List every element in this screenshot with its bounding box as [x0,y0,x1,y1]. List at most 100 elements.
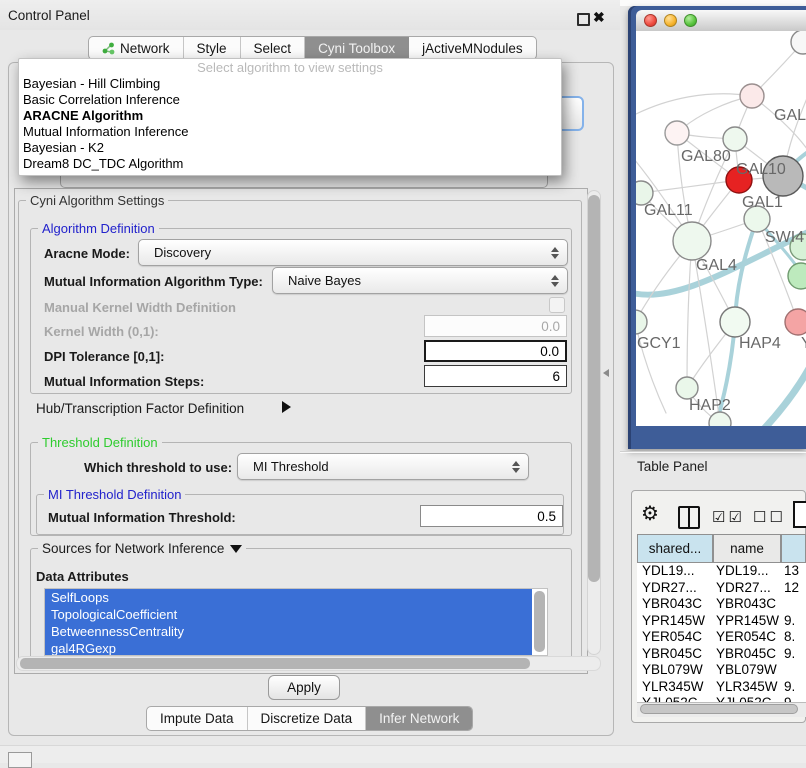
tab-style[interactable]: Style [184,37,241,59]
column-header-partial[interactable] [781,534,806,563]
network-node[interactable] [788,263,806,289]
table-hscrollbar-thumb[interactable] [640,704,798,714]
mi-algorithm-type-select[interactable]: Naive Bayes [272,267,568,294]
table-cell[interactable]: YBR045C [642,646,702,661]
sources-group-title[interactable]: Sources for Network Inference [38,541,246,556]
table-cell[interactable]: YDR27... [642,580,697,595]
algorithm-option[interactable]: Bayesian - Hill Climbing [19,76,561,92]
data-attributes-list[interactable]: SelfLoopsTopologicalCoefficientBetweenne… [44,588,548,656]
algorithm-option[interactable]: Dream8 DC_TDC Algorithm [19,156,561,172]
splitter-collapse-icon[interactable] [603,369,609,377]
settings-hscrollbar-thumb[interactable] [20,658,530,669]
table-cell[interactable]: 13 [784,563,799,578]
table-cell[interactable]: YPR145W [716,613,779,628]
collapse-arrow-icon[interactable] [230,545,242,553]
expand-arrow-icon[interactable] [282,401,291,413]
tab-infer-network[interactable]: Infer Network [366,707,472,730]
settings-vscrollbar-thumb[interactable] [588,195,600,582]
network-node[interactable] [740,84,764,108]
network-edge[interactable] [687,241,692,388]
new-document-icon[interactable] [793,501,806,528]
algorithm-option[interactable]: ARACNE Algorithm [19,108,561,124]
algorithm-option[interactable]: Mutual Information Inference [19,124,561,140]
table-cell[interactable]: 9. [784,679,795,694]
table-cell[interactable]: YBR043C [642,596,702,611]
table-cell[interactable]: YER054C [642,629,702,644]
zoom-traffic-light-icon[interactable] [684,14,697,27]
network-graph[interactable]: GALGAL80GAL10GAL1GAL11SWI4GAL4GCY1HAP4YH… [636,31,806,426]
attribute-item[interactable]: BetweennessCentrality [45,623,532,640]
table-cell[interactable]: 9. [784,613,795,628]
tab-cyni-toolbox[interactable]: Cyni Toolbox [305,37,409,59]
table-row[interactable]: YPR145W YPR145W 9. [637,613,806,630]
table-cell[interactable]: YBL079W [716,662,777,677]
deselect-all-checkboxes-icon[interactable]: ☐☐ [753,508,786,526]
table-cell[interactable]: 12 [784,580,799,595]
network-canvas[interactable]: GALGAL80GAL10GAL1GAL11SWI4GAL4GCY1HAP4YH… [636,31,806,426]
tab-select[interactable]: Select [241,37,306,59]
network-node[interactable] [676,377,698,399]
algorithm-option[interactable]: Basic Correlation Inference [19,92,561,108]
table-cell[interactable]: YJL052C [716,695,772,702]
table-cell[interactable]: YBR043C [716,596,776,611]
bottom-left-button[interactable] [8,752,32,768]
table-cell[interactable]: YPR145W [642,613,705,628]
tab-impute-data[interactable]: Impute Data [147,707,248,730]
table-cell[interactable]: YBR045C [716,646,776,661]
table-cell[interactable]: YLR345W [642,679,704,694]
mi-steps-input[interactable]: 6 [424,365,567,387]
split-columns-icon[interactable] [678,506,700,529]
table-row[interactable]: YDR27... YDR27... 12 [637,580,806,597]
network-node[interactable] [720,307,750,337]
table-cell[interactable]: YER054C [716,629,776,644]
close-icon[interactable]: ✖ [593,9,605,26]
network-node[interactable] [709,412,731,426]
column-header-shared-name[interactable]: shared... [637,534,713,563]
table-cell[interactable]: 9. [784,646,795,661]
column-header-name[interactable]: name [713,534,781,563]
close-traffic-light-icon[interactable] [644,14,657,27]
float-window-icon[interactable] [577,13,590,26]
kernel-width-input[interactable]: 0.0 [424,315,567,337]
which-threshold-select[interactable]: MI Threshold [237,453,529,480]
aracne-mode-select[interactable]: Discovery [138,239,568,266]
table-cell[interactable]: 9 [784,695,792,702]
table-cell[interactable]: YDL19... [642,563,695,578]
tab-discretize-data[interactable]: Discretize Data [248,707,367,730]
table-row[interactable]: YJL052C YJL052C 9 [637,695,806,702]
network-window-titlebar[interactable] [636,10,806,32]
attributes-scrollbar-thumb[interactable] [534,591,545,652]
gear-icon[interactable]: ⚙ [641,501,659,526]
table-cell[interactable]: YBL079W [642,662,703,677]
table-row[interactable]: YBR043C YBR043C [637,596,806,613]
network-edge-highlighted[interactable] [762,363,806,426]
table-cell[interactable]: 8. [784,629,795,644]
algorithm-option[interactable]: Bayesian - K2 [19,140,561,156]
table-cell[interactable]: YLR345W [716,679,778,694]
table-cell[interactable]: YDR27... [716,580,771,595]
table-row[interactable]: YDL19... YDL19... 13 [637,563,806,580]
network-node[interactable] [636,310,647,334]
network-node[interactable] [785,309,806,335]
table-rows[interactable]: YDL19...YDL19...13YDR27...YDR27...12YBR0… [637,563,806,702]
network-node[interactable] [665,121,689,145]
dpi-tolerance-input[interactable]: 0.0 [424,340,567,362]
apply-button[interactable]: Apply [268,675,340,700]
minimize-traffic-light-icon[interactable] [664,14,677,27]
attribute-item[interactable]: gal4RGexp [45,640,532,656]
manual-kernel-checkbox[interactable] [549,297,565,313]
mi-threshold-input[interactable]: 0.5 [420,505,563,527]
network-node[interactable] [673,222,711,260]
hub-section-label[interactable]: Hub/Transcription Factor Definition [36,401,244,416]
table-cell[interactable]: YDL19... [716,563,769,578]
attribute-item[interactable]: SelfLoops [45,589,532,606]
attribute-item[interactable]: TopologicalCoefficient [45,606,532,623]
table-cell[interactable]: YJL052C [642,695,698,702]
tab-jactivemnodules[interactable]: jActiveMNodules [409,37,536,59]
table-row[interactable]: YBL079W YBL079W [637,662,806,679]
network-edge-highlighted[interactable] [735,219,757,322]
table-row[interactable]: YLR345W YLR345W 9. [637,679,806,696]
table-row[interactable]: YER054C YER054C 8. [637,629,806,646]
table-row[interactable]: YBR045C YBR045C 9. [637,646,806,663]
tab-network[interactable]: Network [89,37,184,59]
